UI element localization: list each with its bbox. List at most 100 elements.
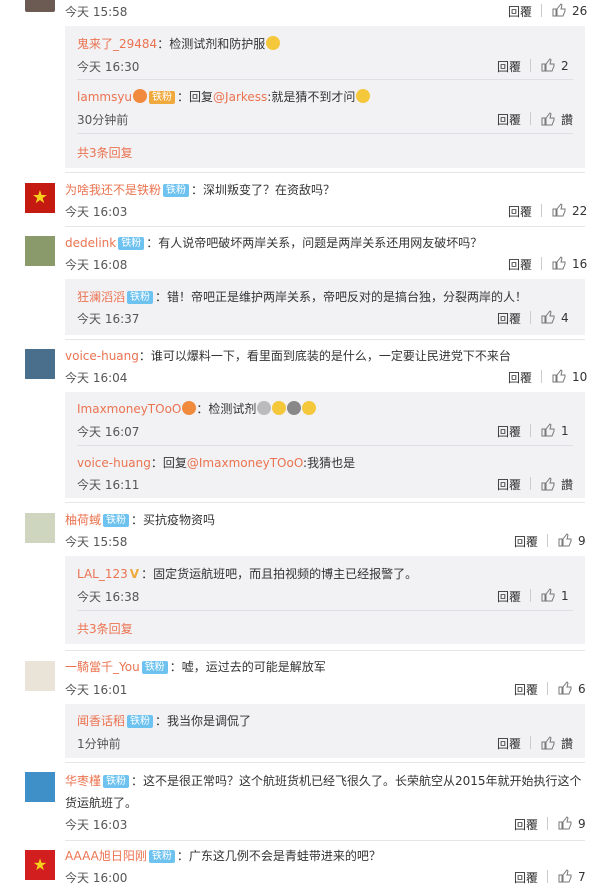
username[interactable]: lammsyu [77, 90, 132, 104]
mention-link[interactable]: @Jarkess [213, 90, 267, 104]
fan-badge: 铁粉 [149, 91, 176, 104]
comment-text: :就是猜不到才问 [267, 90, 356, 104]
like-button[interactable]: 讚 [541, 735, 573, 752]
smile-emoji-icon [266, 36, 281, 50]
comment-text: ：嘘，运过去的可能是解放军 [169, 660, 326, 674]
like-count: 9 [578, 817, 586, 831]
username[interactable]: 华枣槿 [65, 774, 101, 788]
fan-badge: 铁粉 [118, 237, 145, 250]
comment-body: dedelink 铁粉 ：有人说帝吧破坏两岸关系，问题是两岸关系还用网友破坏吗？ [65, 234, 482, 251]
sub-reply: 狂澜滔滔 铁粉 ：错！帝吧正是维护两岸关系，帝吧反对的是搞台独，分裂两岸的人！ [77, 288, 527, 305]
more-replies-link[interactable]: 共3条回复 [77, 620, 133, 637]
username[interactable]: 为啥我还不是铁粉 [65, 183, 161, 197]
avatar[interactable] [25, 349, 55, 379]
like-count: 9 [578, 534, 586, 548]
comment-body: 为啥我还不是铁粉 铁粉 ：深圳叛变了？在资敌吗？ [65, 181, 335, 198]
avatar[interactable]: ★ [25, 183, 55, 213]
username[interactable]: voice-huang [77, 456, 151, 470]
like-button[interactable]: 7 [558, 869, 586, 884]
username[interactable]: LAL_123 [77, 567, 128, 581]
comment-time: 今天 16:08 [65, 258, 128, 272]
divider [541, 370, 542, 383]
reply-button[interactable]: 回覆 [514, 681, 538, 698]
avatar[interactable] [25, 772, 55, 802]
reply-button[interactable]: 回覆 [508, 203, 532, 220]
like-count: 10 [572, 370, 588, 384]
reply-button[interactable]: 回覆 [514, 533, 538, 550]
comment-text: ：检测试剂和防护服 [157, 37, 266, 51]
username[interactable]: dedelink [65, 236, 116, 250]
divider [65, 339, 585, 340]
reply-button[interactable]: 回覆 [497, 588, 521, 605]
more-replies-link[interactable]: 共3条回复 [77, 144, 133, 161]
divider [530, 59, 531, 72]
username[interactable]: voice-huang [65, 349, 139, 363]
reply-button[interactable]: 回覆 [508, 369, 532, 386]
username[interactable]: 一騎當千_You [65, 660, 140, 674]
like-button[interactable]: 讚 [541, 476, 573, 493]
sub-reply: LAL_123 V ：固定货运航班吧，而且拍视频的博主已经报警了。 [77, 565, 417, 582]
thumb-up-icon [541, 58, 555, 72]
avatar[interactable] [25, 661, 55, 691]
like-button[interactable]: 4 [541, 310, 569, 325]
laugh-emoji-icon [356, 89, 371, 103]
reply-button[interactable]: 回覆 [497, 735, 521, 752]
reply-button[interactable]: 回覆 [508, 3, 532, 20]
avatar[interactable] [25, 236, 55, 266]
like-button[interactable]: 2 [541, 58, 569, 73]
divider [77, 445, 573, 446]
comment-text: ：固定货运航班吧，而且拍视频的博主已经报警了。 [141, 567, 418, 581]
divider [547, 534, 548, 547]
username[interactable]: 鬼来了_29484 [77, 37, 157, 51]
fan-badge: 铁粉 [127, 715, 154, 728]
username[interactable]: 闻香话稻 [77, 714, 125, 728]
reply-button[interactable]: 回覆 [497, 476, 521, 493]
reply-button[interactable]: 回覆 [497, 423, 521, 440]
like-button[interactable]: 讚 [541, 111, 573, 128]
comment-body: voice-huang：谁可以爆料一下，看里面到底装的是什么，一定要让民进党下不… [65, 347, 511, 364]
like-button[interactable]: 9 [558, 816, 586, 831]
reply-button[interactable]: 回覆 [497, 111, 521, 128]
like-button[interactable]: 22 [552, 203, 587, 218]
smile-emoji-icon [302, 401, 317, 415]
comment-body: 一騎當千_You 铁粉 ：嘘，运过去的可能是解放军 [65, 658, 326, 675]
comment-time: 今天 16:03 [65, 205, 128, 219]
avatar[interactable] [25, 0, 55, 12]
avatar[interactable]: ★ [25, 850, 55, 880]
divider [541, 257, 542, 270]
medal-icon [182, 401, 197, 415]
like-count: 7 [578, 870, 586, 884]
reply-button[interactable]: 回覆 [497, 310, 521, 327]
divider [530, 477, 531, 490]
comment-text: :我猜也是 [303, 456, 356, 470]
reply-button[interactable]: 回覆 [514, 816, 538, 833]
like-button[interactable]: 16 [552, 256, 587, 271]
comment-text: ：深圳叛变了？在资敌吗？ [191, 183, 336, 197]
like-button[interactable]: 1 [541, 588, 569, 603]
reply-button[interactable]: 回覆 [508, 256, 532, 273]
username[interactable]: AAAA旭日阳刚 [65, 849, 147, 863]
comment-text: ：这不是很正常吗？这个航班货机已经飞很久了。长荣航空从2015年就开始执行这个 [131, 774, 582, 788]
username[interactable]: ImaxmoneyTOoO [77, 402, 181, 416]
divider [547, 817, 548, 830]
reply-button[interactable]: 回覆 [497, 58, 521, 75]
mention-link[interactable]: @ImaxmoneyTOoO [187, 456, 303, 470]
fan-badge: 铁粉 [141, 661, 168, 674]
reply-button[interactable]: 回覆 [514, 869, 538, 886]
comment-time: 30分钟前 [77, 113, 129, 127]
like-button[interactable]: 10 [552, 369, 587, 384]
divider [65, 650, 585, 651]
like-button[interactable]: 1 [541, 423, 569, 438]
divider [77, 79, 573, 80]
like-button[interactable]: 6 [558, 681, 586, 696]
thumb-up-icon [552, 256, 566, 270]
divider [541, 204, 542, 217]
like-button[interactable]: 26 [552, 3, 587, 18]
like-count: 6 [578, 682, 586, 696]
like-button[interactable]: 9 [558, 533, 586, 548]
like-count: 16 [572, 257, 588, 271]
thumb-up-icon [558, 869, 572, 883]
avatar[interactable] [25, 513, 55, 543]
username[interactable]: 狂澜滔滔 [77, 290, 125, 304]
username[interactable]: 柚荷蜮 [65, 513, 101, 527]
